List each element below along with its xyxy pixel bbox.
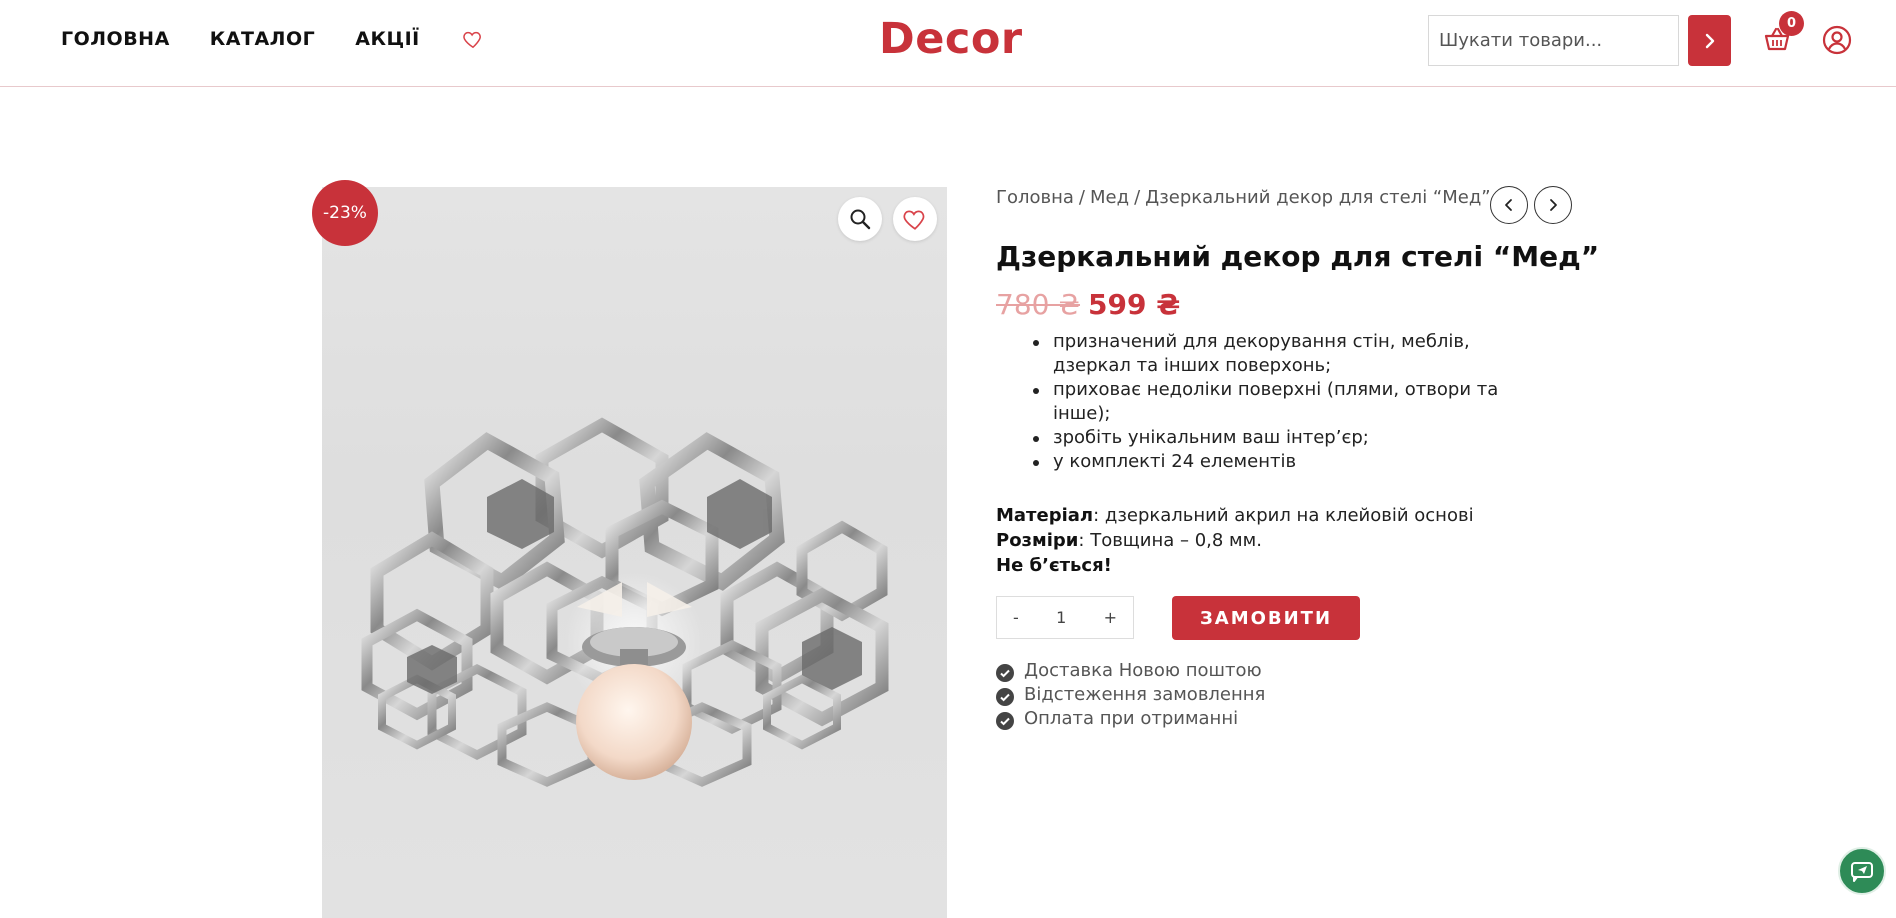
unbreakable-note: Не б’ється! [996, 555, 1112, 576]
chevron-left-icon [1505, 199, 1512, 211]
product-specs: Матеріал: дзеркальний акрил на клейовій … [996, 503, 1474, 578]
wishlist-heart-icon[interactable] [462, 28, 484, 50]
list-item: Доставка Новою поштою [996, 659, 1265, 683]
benefit-text: Відстеження замовлення [1024, 684, 1266, 705]
material-row: Матеріал: дзеркальний акрил на клейовій … [996, 503, 1474, 528]
check-circle-icon [996, 663, 1014, 682]
quantity-decrease-button[interactable]: - [1013, 608, 1019, 627]
site-header: ГОЛОВНА КАТАЛОГ АКЦІЇ Decor 0 [0, 0, 1896, 87]
breadcrumb-home-link[interactable]: Головна [996, 187, 1074, 208]
material-value: : дзеркальний акрил на клейовій основі [1093, 505, 1474, 526]
chat-widget-button[interactable] [1838, 847, 1886, 895]
breadcrumb-current: Дзеркальний декор для стелі “Мед” [1145, 187, 1491, 208]
benefit-text: Доставка Новою поштою [1024, 660, 1262, 681]
next-product-button[interactable] [1534, 186, 1572, 224]
material-label: Матеріал [996, 505, 1094, 526]
size-label: Розміри [996, 530, 1079, 551]
check-circle-icon [996, 711, 1014, 730]
breadcrumb-category-link[interactable]: Мед [1090, 187, 1129, 208]
discount-badge: -23% [312, 180, 378, 246]
quantity-increase-button[interactable]: + [1104, 608, 1117, 627]
magnifier-icon [850, 209, 871, 230]
breadcrumb-separator: / [1078, 187, 1085, 208]
feature-list: призначений для декорування стін, меблів… [1025, 330, 1545, 474]
order-button[interactable]: ЗАМОВИТИ [1172, 596, 1360, 640]
size-row: Розміри: Товщина – 0,8 мм. [996, 528, 1474, 553]
quantity-value[interactable]: 1 [1056, 608, 1066, 627]
previous-product-button[interactable] [1490, 186, 1528, 224]
heart-icon [903, 210, 925, 230]
list-item: Оплата при отриманні [996, 707, 1265, 731]
chevron-right-icon [1705, 33, 1714, 48]
search-button[interactable] [1688, 15, 1731, 66]
benefits-list: Доставка Новою поштою Відстеження замовл… [996, 659, 1265, 731]
nav-sales-link[interactable]: АКЦІЇ [355, 28, 420, 50]
check-circle-icon [996, 687, 1014, 706]
chevron-right-icon [1550, 199, 1557, 211]
list-item: призначений для декорування стін, меблів… [1025, 330, 1545, 378]
list-item: Відстеження замовлення [996, 683, 1265, 707]
quantity-stepper: - 1 + [996, 596, 1134, 639]
product-price: 780 ₴ 599 ₴ [996, 288, 1180, 321]
list-item: приховає недоліки поверхні (плями, отвор… [1025, 378, 1545, 426]
cart-count-badge: 0 [1779, 11, 1804, 36]
add-to-wishlist-button[interactable] [893, 197, 937, 241]
list-item: у комплекті 24 елементів [1025, 450, 1545, 474]
breadcrumb-separator: / [1134, 187, 1141, 208]
chat-send-icon [1851, 862, 1873, 882]
account-user-icon[interactable] [1822, 25, 1852, 55]
size-value: : Товщина – 0,8 мм. [1078, 530, 1262, 551]
benefit-text: Оплата при отриманні [1024, 708, 1239, 729]
nav-home-link[interactable]: ГОЛОВНА [61, 28, 170, 50]
product-title: Дзеркальний декор для стелі “Мед” [996, 240, 1600, 273]
site-logo[interactable]: Decor [879, 14, 1023, 64]
main-nav: ГОЛОВНА КАТАЛОГ АКЦІЇ [61, 28, 484, 50]
current-price: 599 ₴ [1088, 288, 1181, 321]
zoom-button[interactable] [838, 197, 882, 241]
old-price: 780 ₴ [996, 288, 1081, 321]
search-input[interactable] [1428, 15, 1679, 66]
list-item: зробіть унікальним ваш інтер’єр; [1025, 426, 1545, 450]
nav-catalog-link[interactable]: КАТАЛОГ [210, 28, 315, 50]
breadcrumb: Головна / Мед / Дзеркальний декор для стелі … [996, 187, 1491, 208]
product-image[interactable] [322, 187, 947, 918]
